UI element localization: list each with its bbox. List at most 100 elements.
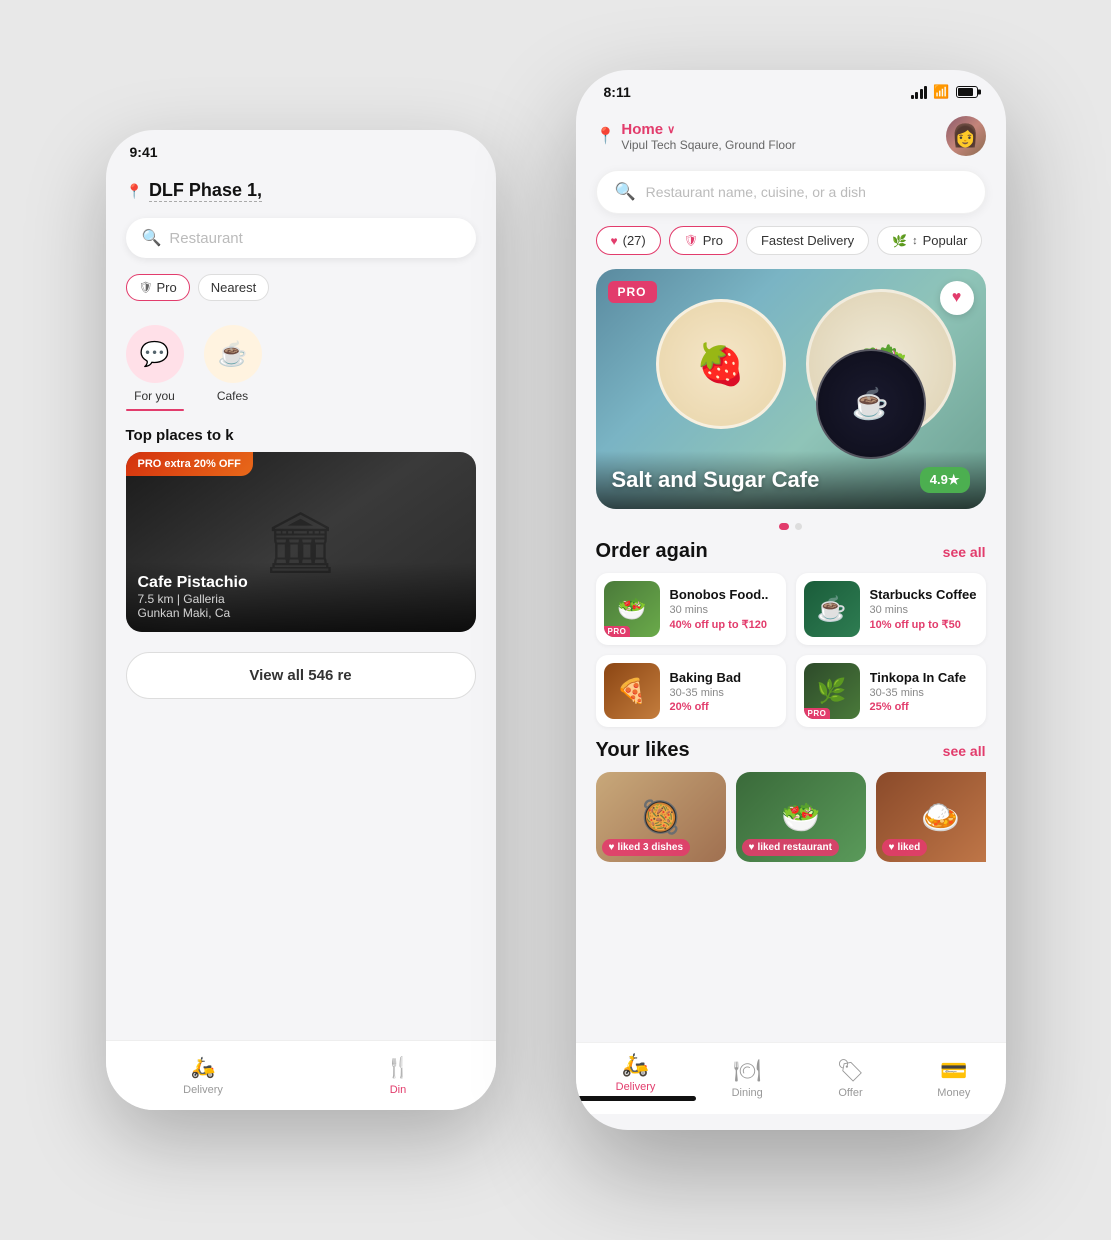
bonobos-thumb: 🥗 PRO [604, 581, 660, 637]
nav-dining[interactable]: 🍽 Dining [696, 1043, 799, 1114]
promo-sub: 7.5 km | Galleria [138, 592, 464, 606]
your-likes-title: Your likes [596, 739, 690, 762]
front-search-bar[interactable]: 🔍 Restaurant name, cuisine, or a dish [596, 170, 986, 214]
cafes-icon: ☕ [218, 340, 248, 369]
order-again-see-all[interactable]: see all [943, 544, 986, 560]
tinkopa-thumb: 🌿 PRO [804, 663, 860, 719]
back-nav-delivery[interactable]: 🛵 Delivery [106, 1041, 301, 1110]
back-nav-dining[interactable]: 🍴 Din [301, 1041, 496, 1110]
avatar[interactable]: 👩 [946, 116, 986, 156]
chip-likes[interactable]: ♥ (27) [596, 226, 661, 255]
your-likes-see-all[interactable]: see all [943, 743, 986, 759]
back-cat-for-you[interactable]: 💬 For you [126, 325, 184, 411]
starbucks-discount: 10% off up to ₹50 [870, 618, 978, 631]
starbucks-name: Starbucks Coffee [870, 587, 978, 602]
leaf-icon: 🌿 [892, 234, 907, 248]
order-item-tinkopa[interactable]: 🌿 PRO Tinkopa In Cafe 30-35 mins 25% off [796, 655, 986, 727]
nav-delivery[interactable]: 🛵 Delivery [576, 1043, 696, 1114]
hero-pro-badge: PRO [608, 281, 657, 303]
chevron-down-icon: ∨ [667, 123, 675, 136]
signal-bars [911, 86, 928, 99]
back-search-placeholder: Restaurant [169, 230, 242, 247]
back-phone: 9:41 📍 DLF Phase 1, 🔍 Restaurant 🛡 Pro [106, 130, 496, 1110]
front-search-placeholder: Restaurant name, cuisine, or a dish [646, 184, 866, 200]
back-chip-nearest[interactable]: Nearest [198, 274, 270, 301]
avatar-img: 👩 [946, 116, 986, 156]
header-location[interactable]: 📍 Home ∨ Vipul Tech Sqaure, Ground Floor [596, 121, 796, 152]
tinkopa-name: Tinkopa In Cafe [870, 670, 978, 685]
bonobos-name: Bonobos Food.. [670, 587, 778, 602]
like-card-1[interactable]: 🥘 ♥ liked 3 dishes [596, 772, 726, 862]
order-item-baking-bad[interactable]: 🍕 Baking Bad 30-35 mins 20% off [596, 655, 786, 727]
front-notch [726, 70, 856, 100]
front-search-icon: 🔍 [615, 182, 636, 202]
delivery-nav-icon: 🛵 [622, 1052, 649, 1078]
bowl-dark: ☕ [816, 349, 926, 459]
back-filter-chips: 🛡 Pro Nearest [106, 266, 496, 309]
shield-pro-icon: 🛡 [684, 234, 698, 247]
hero-restaurant-name: Salt and Sugar Cafe [612, 467, 820, 493]
bonobos-discount: 40% off up to ₹120 [670, 618, 778, 631]
bonobos-time: 30 mins [670, 604, 778, 616]
back-dining-icon: 🍴 [386, 1055, 411, 1080]
back-cat-cafes-label: Cafes [217, 389, 248, 403]
offer-nav-icon: 🏷 [837, 1058, 865, 1084]
back-promo-card[interactable]: PRO extra 20% OFF 🏛 Cafe Pistachio 7.5 k… [126, 452, 476, 632]
back-notch [241, 130, 361, 158]
back-chip-pro[interactable]: 🛡 Pro [126, 274, 190, 301]
back-promo-title: Top places to k [126, 427, 476, 444]
like-card-3[interactable]: 🍛 ♥ liked [876, 772, 986, 862]
back-location-text: DLF Phase 1, [149, 180, 262, 202]
hero-rating: 4.9★ [920, 467, 970, 493]
location-icon: 📍 [126, 183, 143, 200]
baking-bad-thumb: 🍕 [604, 663, 660, 719]
nav-money[interactable]: 💳 Money [902, 1043, 1005, 1114]
your-likes-section: Your likes see all 🥘 ♥ liked 3 dishes 🥗 [576, 731, 1006, 870]
front-phone: 8:11 📶 📍 [576, 70, 1006, 1130]
chip-pro[interactable]: 🛡 Pro [669, 226, 738, 255]
location-name: Home ∨ [621, 121, 795, 138]
view-all-button[interactable]: View all 546 re [126, 652, 476, 699]
front-time: 8:11 [604, 84, 631, 100]
promo-overlay: Cafe Pistachio 7.5 km | Galleria Gunkan … [126, 562, 476, 632]
front-bottom-nav: 🛵 Delivery 🍽 Dining 🏷 Offer 💳 Money [576, 1042, 1006, 1114]
starbucks-time: 30 mins [870, 604, 978, 616]
battery-icon [956, 86, 978, 98]
back-search-icon: 🔍 [142, 228, 162, 248]
baking-bad-discount: 20% off [670, 701, 778, 713]
tinkopa-discount: 25% off [870, 701, 978, 713]
nav-offer[interactable]: 🏷 Offer [799, 1043, 902, 1114]
active-underline [126, 409, 184, 411]
for-you-icon: 💬 [140, 340, 170, 369]
promo-extra: Gunkan Maki, Ca [138, 606, 464, 620]
order-again-title: Order again [596, 540, 708, 563]
bowl-medium: 🍓 [656, 299, 786, 429]
chip-fastest[interactable]: Fastest Delivery [746, 226, 869, 255]
starbucks-thumb: ☕ [804, 581, 860, 637]
loc-pin-icon: 📍 [596, 126, 616, 146]
like-label-2: ♥ liked restaurant [742, 839, 839, 856]
promo-badge: PRO extra 20% OFF [126, 452, 253, 476]
like-label-3: ♥ liked [882, 839, 928, 856]
hero-bottom-bar: Salt and Sugar Cafe 4.9★ [596, 451, 986, 509]
back-cat-cafes[interactable]: ☕ Cafes [204, 325, 262, 411]
shield-icon: 🛡 [139, 281, 153, 294]
order-again-section: Order again see all 🥗 PRO Bonobos Food..… [576, 532, 1006, 731]
back-search-bar[interactable]: 🔍 Restaurant [126, 218, 476, 258]
baking-bad-time: 30-35 mins [670, 687, 778, 699]
heart-icon: ♥ [611, 234, 618, 248]
chip-popular[interactable]: 🌿 ↕ Popular [877, 226, 982, 255]
hero-heart-button[interactable]: ♥ [940, 281, 974, 315]
location-address: Vipul Tech Sqaure, Ground Floor [621, 138, 795, 152]
back-time: 9:41 [130, 144, 158, 160]
hero-dots [576, 517, 1006, 532]
baking-bad-name: Baking Bad [670, 670, 778, 685]
hero-card[interactable]: 🥗 🍓 ☕ PRO ♥ Salt and Sugar Cafe 4.9★ [596, 269, 986, 509]
order-item-bonobos[interactable]: 🥗 PRO Bonobos Food.. 30 mins 40% off up … [596, 573, 786, 645]
like-card-2[interactable]: 🥗 ♥ liked restaurant [736, 772, 866, 862]
home-indicator [576, 1096, 696, 1101]
back-categories: 💬 For you ☕ Cafes [106, 309, 496, 419]
filter-row: ♥ (27) 🛡 Pro Fastest Delivery 🌿 ↕ Popula… [576, 220, 1006, 261]
back-location-bar[interactable]: 📍 DLF Phase 1, [106, 172, 496, 210]
order-item-starbucks[interactable]: ☕ Starbucks Coffee 30 mins 10% off up to… [796, 573, 986, 645]
